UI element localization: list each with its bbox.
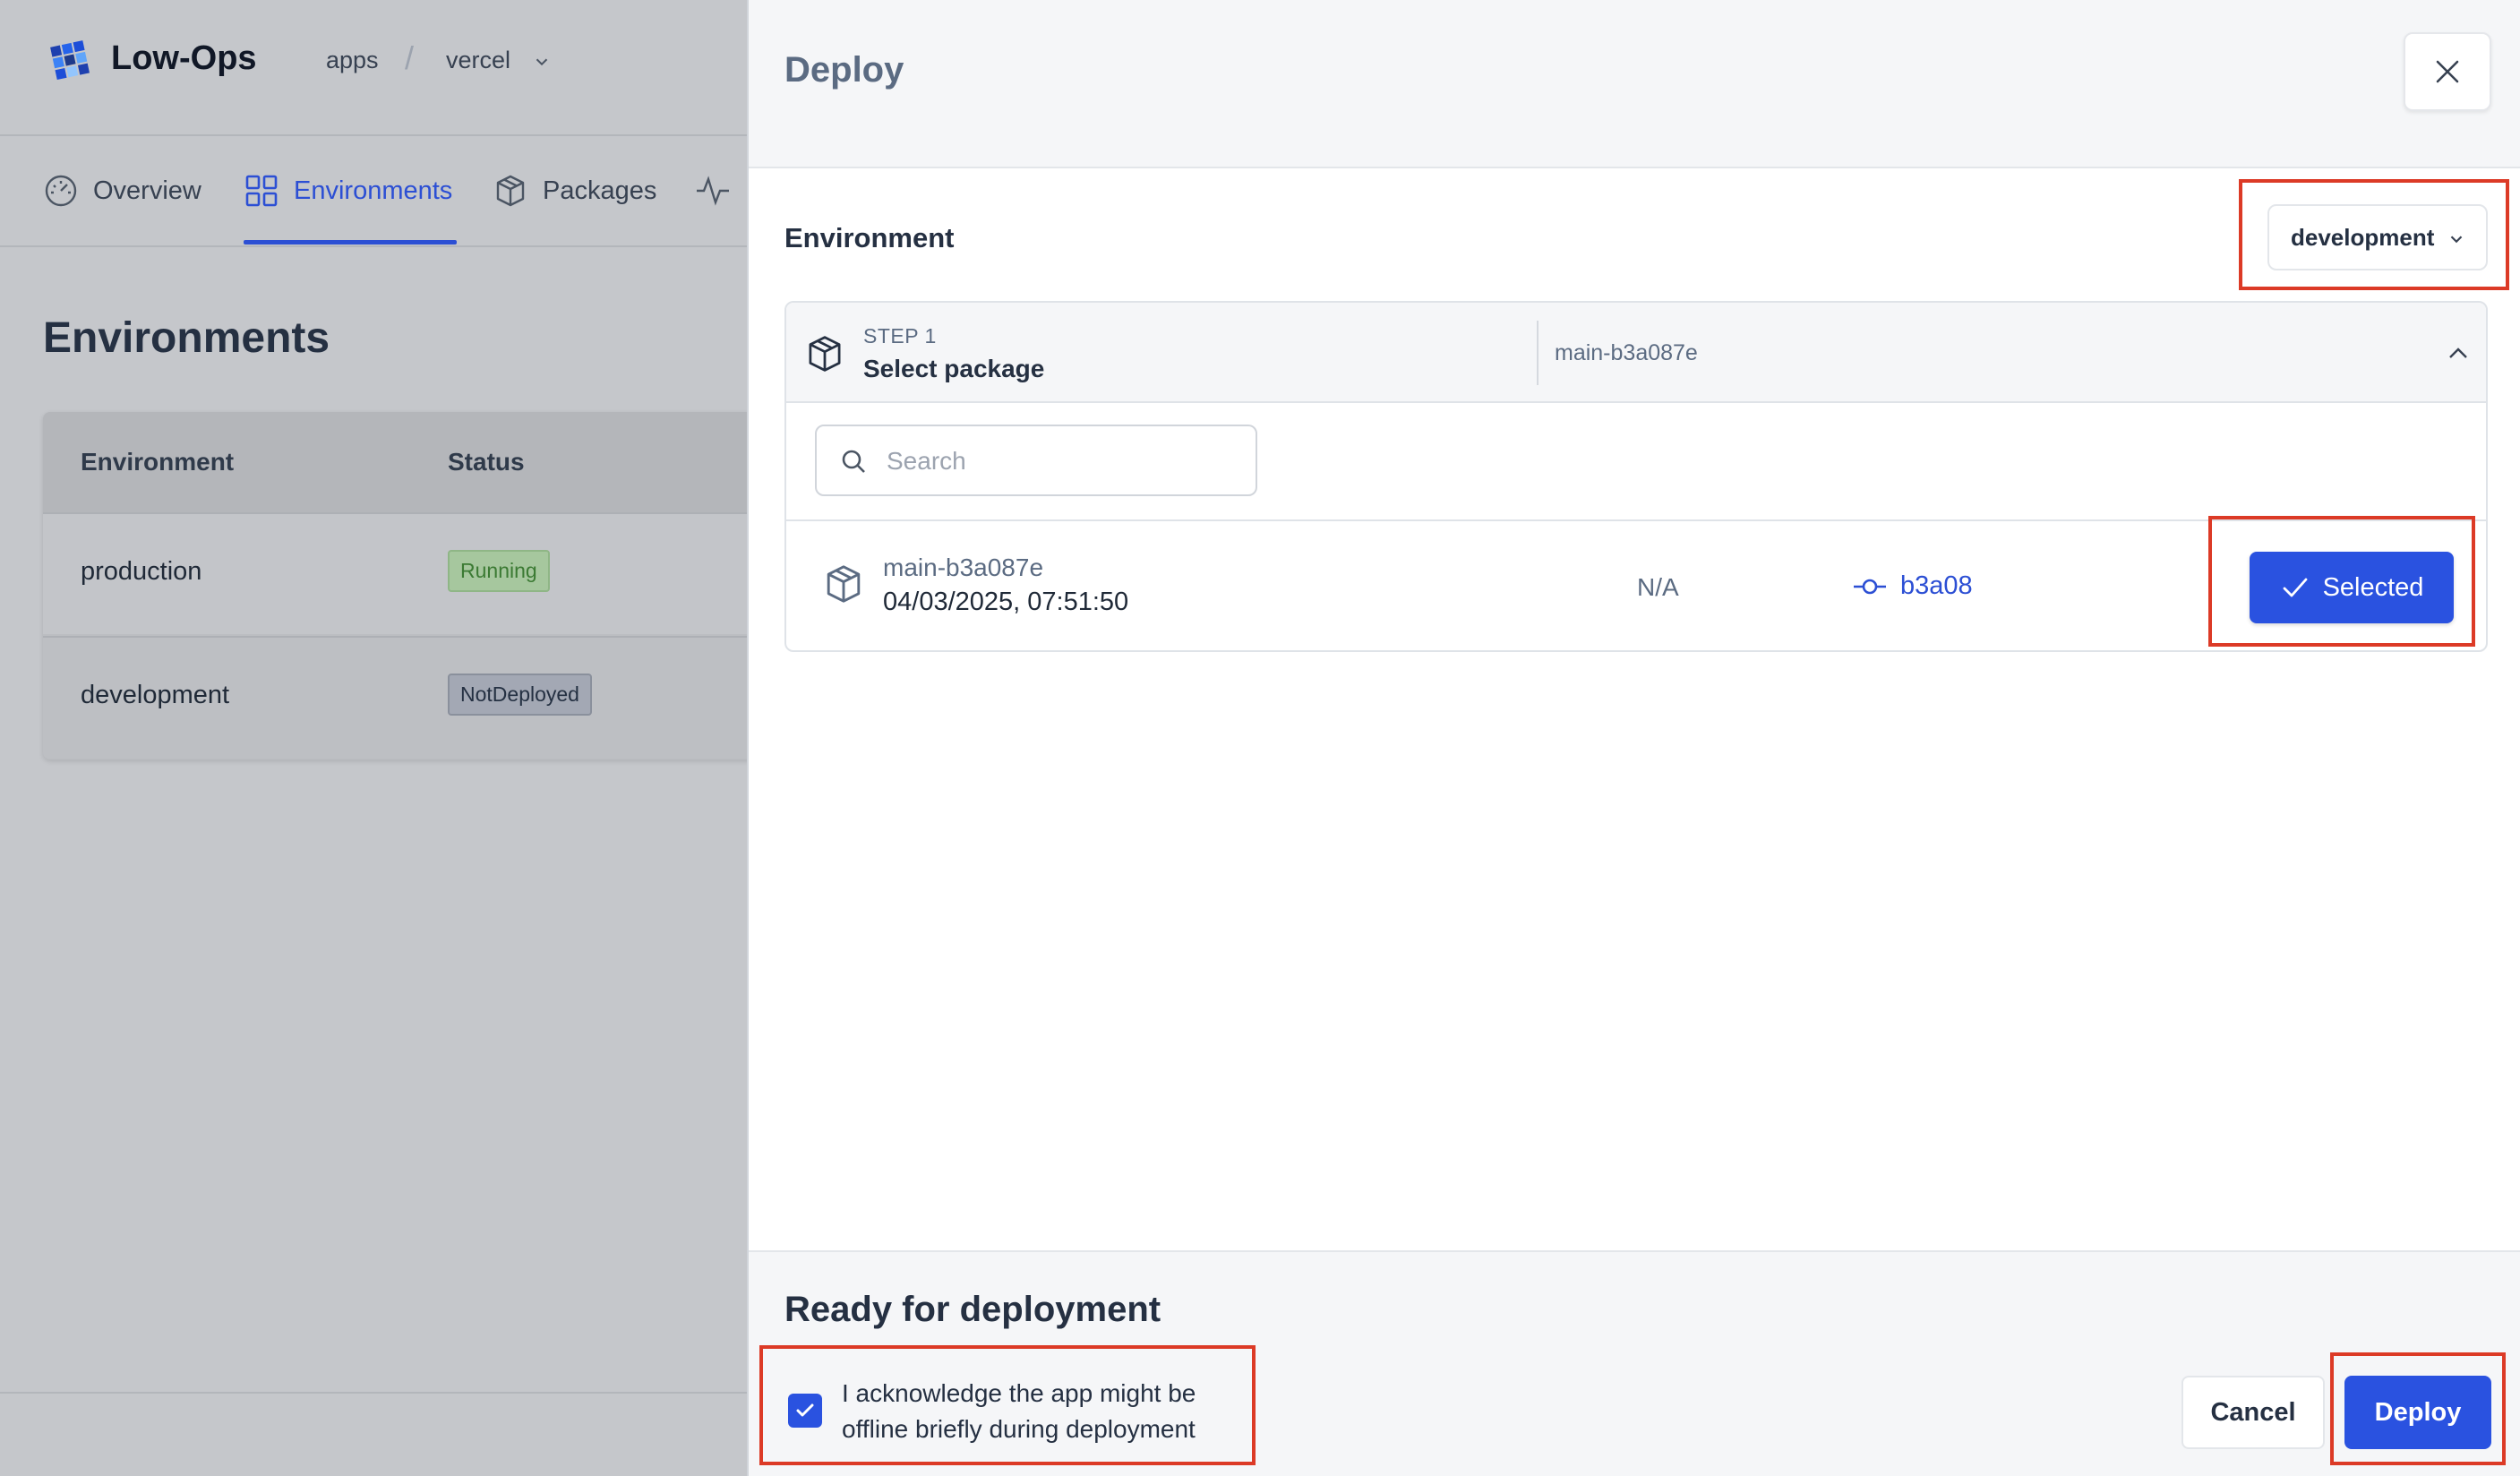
search-box[interactable] — [815, 425, 1257, 496]
breadcrumb-project[interactable]: vercel — [446, 47, 510, 74]
column-header-status: Status — [448, 448, 525, 476]
page-title: Environments — [43, 314, 330, 362]
step-number: STEP 1 — [863, 324, 937, 348]
package-icon — [809, 336, 841, 372]
package-name: main-b3a087e — [883, 554, 1044, 581]
column-header-environment: Environment — [81, 448, 235, 476]
tab-environments[interactable]: Environments — [244, 168, 452, 213]
selected-button-label: Selected — [2322, 572, 2424, 602]
ready-title: Ready for deployment — [784, 1290, 1161, 1329]
tab-overview-label: Overview — [93, 176, 201, 205]
package-icon — [827, 565, 861, 603]
active-tab-indicator — [244, 240, 457, 245]
acknowledge-checkbox[interactable] — [788, 1394, 822, 1428]
gauge-icon — [45, 175, 77, 207]
commit-link[interactable]: b3a08 — [1852, 571, 1973, 601]
package-date: 04/03/2025, 07:51:50 — [883, 588, 1129, 616]
environment-name: production — [81, 557, 202, 586]
tab-monitoring[interactable] — [695, 168, 745, 213]
step-header[interactable]: STEP 1 Select package main-b3a087e — [786, 303, 2486, 403]
status-badge: Running — [448, 550, 550, 592]
git-commit-icon — [1854, 579, 1886, 594]
step-card: STEP 1 Select package main-b3a087e main-… — [784, 301, 2488, 652]
package-row[interactable]: main-b3a087e 04/03/2025, 07:51:50 N/A b3… — [786, 521, 2486, 650]
table-row[interactable]: production Running — [43, 512, 759, 634]
environment-name: development — [81, 681, 230, 709]
cancel-button[interactable]: Cancel — [2181, 1376, 2325, 1449]
tab-overview[interactable]: Overview — [43, 168, 201, 213]
tab-packages-label: Packages — [543, 176, 657, 205]
environment-select[interactable]: development — [2267, 204, 2488, 270]
chevron-up-icon[interactable] — [2445, 340, 2472, 367]
divider — [1537, 321, 1539, 385]
step-selected-value: main-b3a087e — [1555, 340, 1698, 365]
top-bar: Low-Ops apps / vercel — [0, 0, 747, 136]
activity-icon — [697, 176, 729, 206]
step-name: Select package — [863, 355, 1045, 382]
selected-button[interactable]: Selected — [2250, 552, 2454, 623]
search-input[interactable] — [887, 442, 1236, 480]
check-icon — [796, 1403, 814, 1417]
tab-packages[interactable]: Packages — [493, 168, 656, 213]
package-info: N/A — [1637, 573, 1679, 601]
deploy-drawer: Deploy Environment development STEP 1 Se… — [747, 0, 2520, 1476]
table-header: Environment Status — [43, 412, 759, 512]
close-button[interactable] — [2404, 32, 2491, 111]
chevron-down-icon[interactable] — [532, 52, 552, 72]
drawer-title: Deploy — [784, 50, 904, 90]
deploy-button[interactable]: Deploy — [2344, 1376, 2491, 1449]
tab-bar: Overview Environments Packages — [0, 136, 747, 247]
grid-icon — [245, 175, 278, 207]
environments-table: Environment Status production Running de… — [43, 412, 759, 759]
environment-label: Environment — [784, 222, 955, 253]
brand-name: Low-Ops — [111, 39, 257, 77]
package-icon — [496, 175, 525, 207]
table-row[interactable]: development NotDeployed — [43, 636, 759, 758]
drawer-header: Deploy — [749, 0, 2520, 168]
tab-environments-label: Environments — [294, 176, 453, 205]
breadcrumb-apps[interactable]: apps — [326, 47, 379, 74]
low-ops-logo-icon — [50, 40, 90, 81]
commit-hash: b3a08 — [1900, 571, 1973, 600]
check-icon — [2283, 578, 2307, 597]
divider — [0, 1392, 747, 1394]
acknowledge-label: I acknowledge the app might be offline b… — [842, 1379, 1196, 1443]
drawer-footer: Ready for deployment I acknowledge the a… — [749, 1250, 2520, 1476]
chevron-down-icon — [2450, 236, 2463, 244]
search-icon — [842, 450, 865, 473]
breadcrumb-separator: / — [405, 39, 415, 76]
status-badge: NotDeployed — [448, 674, 592, 716]
close-icon — [2436, 60, 2459, 83]
environment-select-value: development — [2291, 223, 2435, 251]
search-row — [786, 403, 2486, 521]
